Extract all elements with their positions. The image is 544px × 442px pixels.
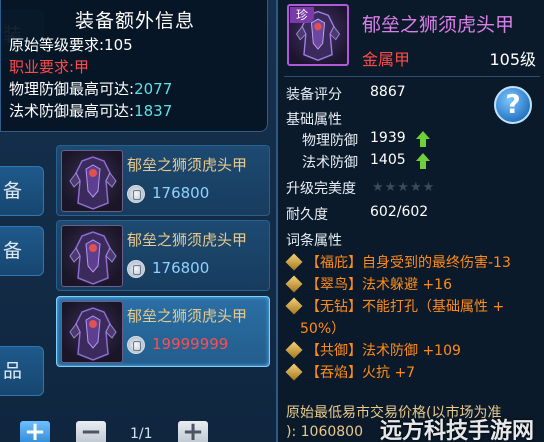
affix-diamond-icon xyxy=(285,341,303,359)
page-indicator: 1/1 xyxy=(130,426,153,442)
affix-line: 【福庇】自身受到的最终伤害-13 xyxy=(306,255,511,271)
silver-coin-icon xyxy=(127,336,145,354)
item-price: 176800 xyxy=(152,184,210,202)
affix-label: 词条属性 xyxy=(286,233,342,249)
upgrade-stars: ★★★★★ xyxy=(372,180,436,195)
affix-diamond-icon xyxy=(285,253,303,271)
max-magic-value: 1837 xyxy=(134,102,173,120)
phys-def-label: 物理防御 xyxy=(302,133,358,149)
item-card[interactable]: 郁垒之狮须虎头甲 176800 xyxy=(56,220,270,291)
category-tab-4[interactable]: 品 xyxy=(0,346,44,396)
max-phys-value: 2077 xyxy=(134,80,173,98)
phys-def-value: 1939 xyxy=(370,130,406,146)
silver-coin-icon xyxy=(127,185,145,203)
category-tab-label: 品 xyxy=(3,360,23,382)
affix-diamond-icon xyxy=(285,363,303,381)
level-requirement: 原始等级要求:105 xyxy=(9,36,133,54)
item-card-selected[interactable]: 郁垒之狮须虎头甲 19999999 xyxy=(56,296,270,367)
category-tab-3[interactable]: 备 xyxy=(0,226,44,276)
increase-arrow-icon xyxy=(416,153,430,169)
affix-diamond-icon xyxy=(285,275,303,293)
item-detail-panel: 珍 郁垒之狮须虎头甲 金属甲 105级 ? 装备评分 8867 基础属性 物理防… xyxy=(276,0,544,442)
score-value: 8867 xyxy=(370,84,406,100)
max-phys-defense: 物理防御最高可达:2077 xyxy=(9,78,172,99)
pager: + − 1/1 + xyxy=(0,418,276,442)
rarity-badge: 珍 xyxy=(290,7,314,23)
category-tab-label: 备 xyxy=(3,240,23,262)
durability-value: 602/602 xyxy=(370,204,429,220)
item-card[interactable]: 郁垒之狮须虎头甲 176800 xyxy=(56,145,270,216)
item-name: 郁垒之狮须虎头甲 xyxy=(127,307,248,325)
armor-icon xyxy=(61,150,123,212)
item-price: 176800 xyxy=(152,259,210,277)
armor-icon xyxy=(61,225,123,287)
item-price: 19999999 xyxy=(152,335,229,353)
category-tab-label: 备 xyxy=(3,180,23,202)
affix-line: 【无钻】不能打孔（基础属性 + xyxy=(306,299,505,315)
magic-def-value: 1405 xyxy=(370,152,406,168)
durability-label: 耐久度 xyxy=(286,207,328,223)
magic-def-label: 法术防御 xyxy=(302,155,358,171)
job-requirement: 职业要求:甲 xyxy=(9,58,90,76)
affix-line: 【吞焰】火抗 +7 xyxy=(306,365,416,381)
max-magic-defense: 法术防御最高可达:1837 xyxy=(9,100,172,121)
armor-icon xyxy=(61,301,123,363)
base-attr-label: 基础属性 xyxy=(286,112,342,128)
increase-arrow-icon xyxy=(416,131,430,147)
affix-line: 【共御】法术防御 +109 xyxy=(306,343,461,359)
affix-line: 【翠鸟】法术躲避 +16 xyxy=(306,277,452,293)
item-title: 郁垒之狮须虎头甲 xyxy=(362,14,515,36)
page-next-button[interactable]: + xyxy=(178,419,208,442)
divider xyxy=(284,76,540,77)
item-name: 郁垒之狮须虎头甲 xyxy=(127,231,248,249)
affix-line-continued: 50%） xyxy=(300,321,346,337)
popup-title: 装备额外信息 xyxy=(74,10,195,32)
silver-coin-icon xyxy=(127,260,145,278)
add-icon-button[interactable]: + xyxy=(20,419,50,442)
extra-info-popup: 装备额外信息 原始等级要求:105 职业要求:甲 物理防御最高可达:2077 法… xyxy=(0,0,268,132)
category-tab-2[interactable]: 备 xyxy=(0,166,44,216)
page-prev-button[interactable]: − xyxy=(76,419,106,442)
item-level: 105级 xyxy=(489,50,536,69)
affix-diamond-icon xyxy=(285,297,303,315)
score-label: 装备评分 xyxy=(286,87,342,103)
item-name: 郁垒之狮须虎头甲 xyxy=(127,156,248,174)
help-icon[interactable]: ? xyxy=(494,86,532,124)
max-phys-label: 物理防御最高可达: xyxy=(9,80,135,98)
watermark-text: 远方科技手游网 xyxy=(380,419,535,442)
item-large-icon: 珍 xyxy=(287,4,349,66)
max-magic-label: 法术防御最高可达: xyxy=(9,102,135,120)
upgrade-label: 升级完美度 xyxy=(286,181,356,197)
original-price-value: ): 1060800 xyxy=(286,424,363,440)
item-material: 金属甲 xyxy=(362,50,411,69)
